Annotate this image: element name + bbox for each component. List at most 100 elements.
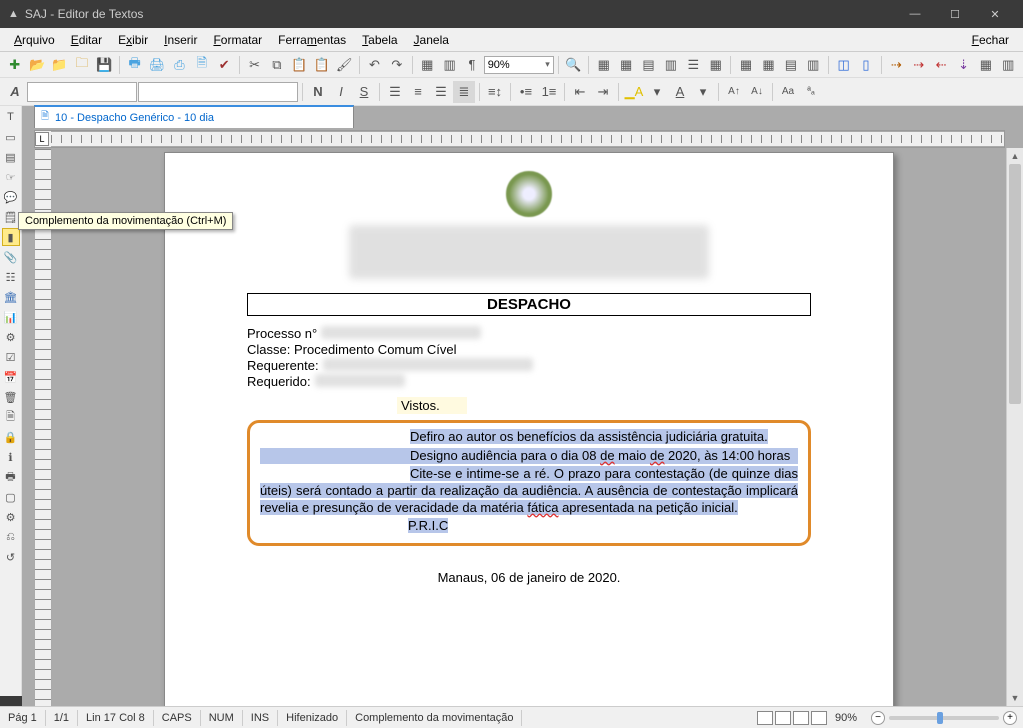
open2-icon[interactable]: 📁 <box>49 54 70 76</box>
italic-icon[interactable]: I <box>330 81 352 103</box>
redo-icon[interactable]: ↷ <box>386 54 407 76</box>
lt-chart-icon[interactable]: 📊 <box>2 308 20 326</box>
columns-icon[interactable]: ▥ <box>439 54 460 76</box>
style-combo[interactable] <box>27 82 137 102</box>
status-hyphen[interactable]: Hifenizado <box>278 710 347 726</box>
lt-building-icon[interactable]: 🏛 <box>2 288 20 306</box>
save-icon[interactable]: 💾 <box>94 54 115 76</box>
print-setup-icon[interactable]: ⎙ <box>169 54 190 76</box>
find-icon[interactable]: 🔍 <box>563 54 584 76</box>
scroll-thumb[interactable] <box>1009 164 1021 404</box>
align-right-icon[interactable]: ☰ <box>430 81 452 103</box>
grid6-icon[interactable]: ▦ <box>705 54 726 76</box>
spellcheck-icon[interactable]: ✔ <box>213 54 234 76</box>
menu-formatar[interactable]: Formatar <box>205 31 270 49</box>
grid4-icon[interactable]: ▥ <box>660 54 681 76</box>
lt-field-icon[interactable]: ▤ <box>2 148 20 166</box>
menu-arquivo[interactable]: Arquivo <box>6 31 63 49</box>
grid3-icon[interactable]: ▤ <box>638 54 659 76</box>
flow6-icon[interactable]: ▥ <box>998 54 1019 76</box>
lt-gear-icon[interactable]: ⚙ <box>2 508 20 526</box>
outdent-icon[interactable]: ⇤ <box>569 81 591 103</box>
preview-icon[interactable]: 🗎 <box>191 54 212 76</box>
view-mode3-icon[interactable] <box>793 711 809 725</box>
bold-icon[interactable]: N <box>307 81 329 103</box>
lt-note-icon[interactable]: 🗒 <box>2 208 20 226</box>
bullets-icon[interactable]: •≡ <box>515 81 537 103</box>
vertical-ruler[interactable] <box>34 148 52 706</box>
menu-inserir[interactable]: Inserir <box>156 31 205 49</box>
underline-icon[interactable]: S <box>353 81 375 103</box>
numbers-icon[interactable]: 1≡ <box>538 81 560 103</box>
print-all-icon[interactable]: 🖨 <box>146 54 167 76</box>
lt-highlight-icon[interactable]: ▮ <box>2 228 20 246</box>
font-color2-icon[interactable]: A <box>4 81 26 103</box>
status-caps[interactable]: CAPS <box>154 710 201 726</box>
scroll-area[interactable]: DESPACHO Processo n° Classe: Procediment… <box>22 148 1023 706</box>
lt-print2-icon[interactable]: 🖶 <box>2 468 20 486</box>
lt-cal-icon[interactable]: 📅 <box>2 368 20 386</box>
zoom-knob[interactable] <box>937 712 943 724</box>
lt-doc-icon[interactable]: 🗎 <box>2 408 20 426</box>
undo-icon[interactable]: ↶ <box>364 54 385 76</box>
lt-complement-icon[interactable]: ☞ <box>2 168 20 186</box>
panel-blue-icon[interactable]: ◫ <box>833 54 854 76</box>
open-icon[interactable]: 📂 <box>26 54 47 76</box>
menu-editar[interactable]: Editar <box>63 31 110 49</box>
flow4-icon[interactable]: ⇣ <box>953 54 974 76</box>
pilcrow-icon[interactable]: ¶ <box>461 54 482 76</box>
view-mode1-icon[interactable] <box>757 711 773 725</box>
highlight-dd-icon[interactable]: ▾ <box>646 81 668 103</box>
lt-comment-icon[interactable]: 💬 <box>2 188 20 206</box>
menu-janela[interactable]: Janela <box>406 31 457 49</box>
grid9-icon[interactable]: ▤ <box>780 54 801 76</box>
copy-icon[interactable]: ⧉ <box>266 54 287 76</box>
lt-trash-icon[interactable]: 🗑 <box>2 388 20 406</box>
superscript-icon[interactable]: A↑ <box>723 81 745 103</box>
minimize-button[interactable]: — <box>895 0 935 28</box>
grid1-icon[interactable]: ▦ <box>593 54 614 76</box>
status-ins[interactable]: INS <box>243 710 278 726</box>
indent-icon[interactable]: ⇥ <box>592 81 614 103</box>
print-icon[interactable]: 🖶 <box>124 54 145 76</box>
scroll-up-icon[interactable]: ▲ <box>1007 148 1023 164</box>
paste-icon[interactable]: 📋 <box>289 54 310 76</box>
lt-lock-icon[interactable]: 🔒 <box>2 428 20 446</box>
grid2-icon[interactable]: ▦ <box>615 54 636 76</box>
cut-icon[interactable]: ✂ <box>244 54 265 76</box>
grid5-icon[interactable]: ☰ <box>683 54 704 76</box>
menu-ferramentas[interactable]: Ferramentas <box>270 31 354 49</box>
linesp-icon[interactable]: ≡↕ <box>484 81 506 103</box>
highlight-icon[interactable]: ▁A <box>623 81 645 103</box>
vertical-scrollbar[interactable]: ▲ ▼ <box>1006 148 1023 706</box>
align-center-icon[interactable]: ≡ <box>407 81 429 103</box>
paste-special-icon[interactable]: 📋 <box>311 54 332 76</box>
view-mode2-icon[interactable] <box>775 711 791 725</box>
case-icon[interactable]: Aa <box>777 81 799 103</box>
grid10-icon[interactable]: ▥ <box>803 54 824 76</box>
new-doc-icon[interactable]: ✚ <box>4 54 25 76</box>
align-justify-icon[interactable]: ≣ <box>453 81 475 103</box>
lt-page-icon[interactable]: ▭ <box>2 128 20 146</box>
lt-misc2-icon[interactable]: ↺ <box>2 548 20 566</box>
grid7-icon[interactable]: ▦ <box>735 54 756 76</box>
lt-misc1-icon[interactable]: ⎌ <box>2 528 20 546</box>
menu-fechar[interactable]: Fechar <box>964 31 1017 49</box>
menu-exibir[interactable]: Exibir <box>110 31 156 49</box>
menu-tabela[interactable]: Tabela <box>354 31 405 49</box>
zoom-combo[interactable]: 90% <box>484 56 554 74</box>
zoom-slider[interactable] <box>889 716 999 720</box>
flow1-icon[interactable]: ⇢ <box>886 54 907 76</box>
tab-stop-icon[interactable]: L <box>35 132 49 146</box>
zoom-in-button[interactable]: + <box>1003 711 1017 725</box>
flow2-icon[interactable]: ⇢ <box>908 54 929 76</box>
tab-despacho[interactable]: 🗎 10 - Despacho Genérico - 10 dia <box>34 105 354 128</box>
open3-icon[interactable]: 🗀 <box>71 54 92 76</box>
format-paint-icon[interactable]: 🖌 <box>333 54 354 76</box>
maximize-button[interactable]: ☐ <box>935 0 975 28</box>
page[interactable]: DESPACHO Processo n° Classe: Procediment… <box>164 152 894 706</box>
subscript-icon[interactable]: A↓ <box>746 81 768 103</box>
panel-blue2-icon[interactable]: ▯ <box>855 54 876 76</box>
font-color-dd-icon[interactable]: ▾ <box>692 81 714 103</box>
lt-help-icon[interactable]: ℹ <box>2 448 20 466</box>
